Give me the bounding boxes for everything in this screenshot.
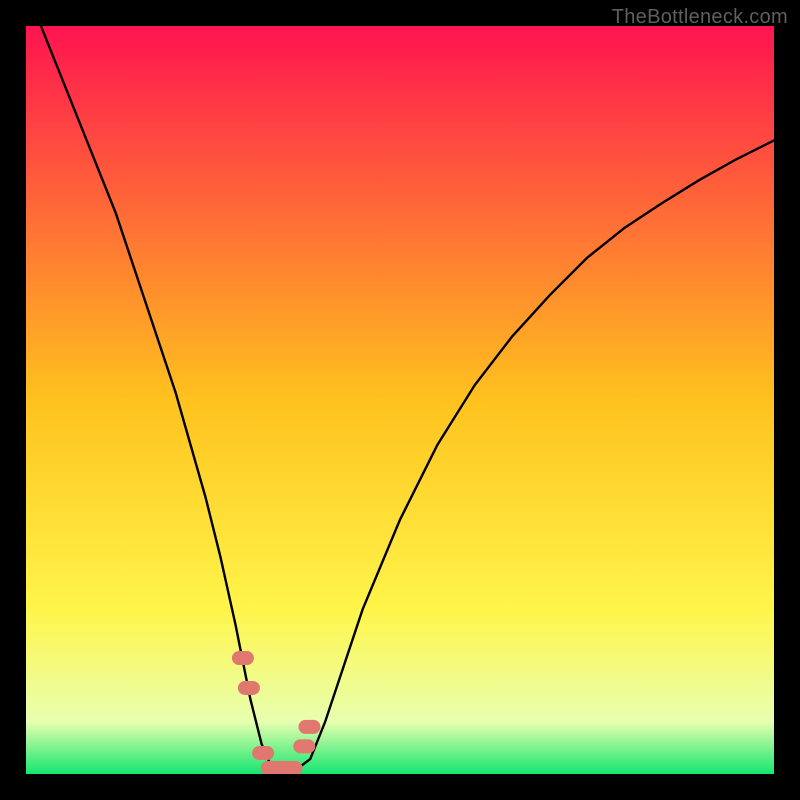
chart-svg <box>26 26 774 774</box>
chart-background-gradient <box>26 26 774 774</box>
bottleneck-chart <box>26 26 774 774</box>
chart-frame: TheBottleneck.com <box>0 0 800 800</box>
